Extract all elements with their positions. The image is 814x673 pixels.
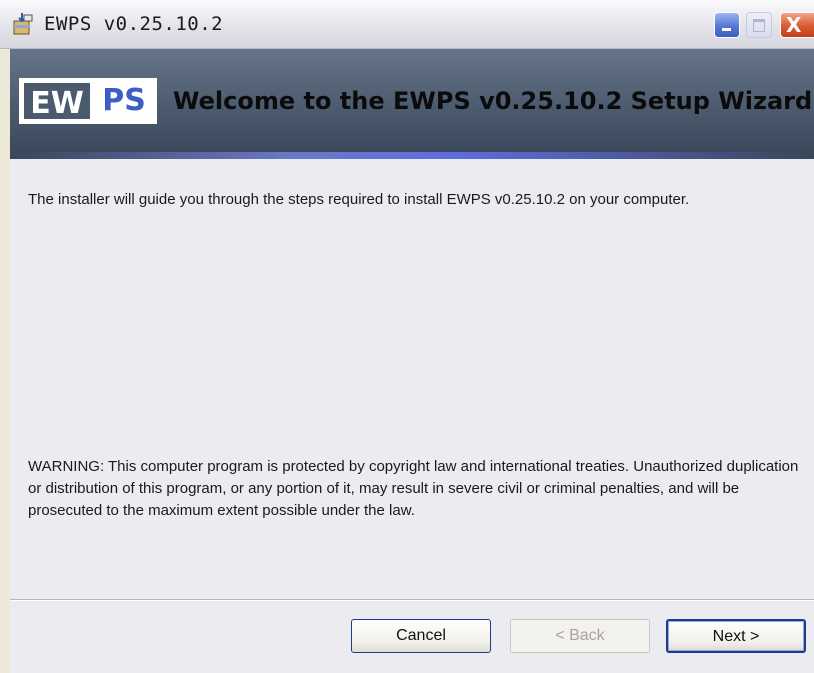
- installer-package-icon: [12, 12, 34, 36]
- minimize-button[interactable]: [714, 12, 740, 38]
- wizard-banner: EW PS Welcome to the EWPS v0.25.10.2 Set…: [10, 49, 814, 159]
- window-title: EWPS v0.25.10.2: [44, 13, 224, 35]
- wizard-content: The installer will guide you through the…: [10, 159, 814, 599]
- back-button[interactable]: < Back: [510, 619, 650, 653]
- close-icon: X: [786, 13, 802, 37]
- ewps-logo: EW PS: [19, 78, 157, 124]
- setup-wizard-window: EWPS v0.25.10.2 X EW PS Welcome to the E…: [0, 0, 814, 673]
- logo-text-left: EW: [21, 80, 93, 122]
- wizard-footer: Cancel < Back Next >: [10, 601, 814, 673]
- logo-text-right: PS: [93, 80, 155, 122]
- copyright-warning: WARNING: This computer program is protec…: [28, 458, 799, 519]
- next-button[interactable]: Next >: [666, 619, 806, 653]
- cancel-button[interactable]: Cancel: [351, 619, 491, 653]
- banner-accent-stripe: [10, 152, 814, 159]
- title-bar[interactable]: EWPS v0.25.10.2 X: [0, 0, 814, 49]
- close-button[interactable]: X: [780, 12, 814, 38]
- banner-title: Welcome to the EWPS v0.25.10.2 Setup Wiz…: [173, 87, 813, 115]
- intro-text: The installer will guide you through the…: [28, 191, 690, 208]
- maximize-button[interactable]: [746, 12, 772, 38]
